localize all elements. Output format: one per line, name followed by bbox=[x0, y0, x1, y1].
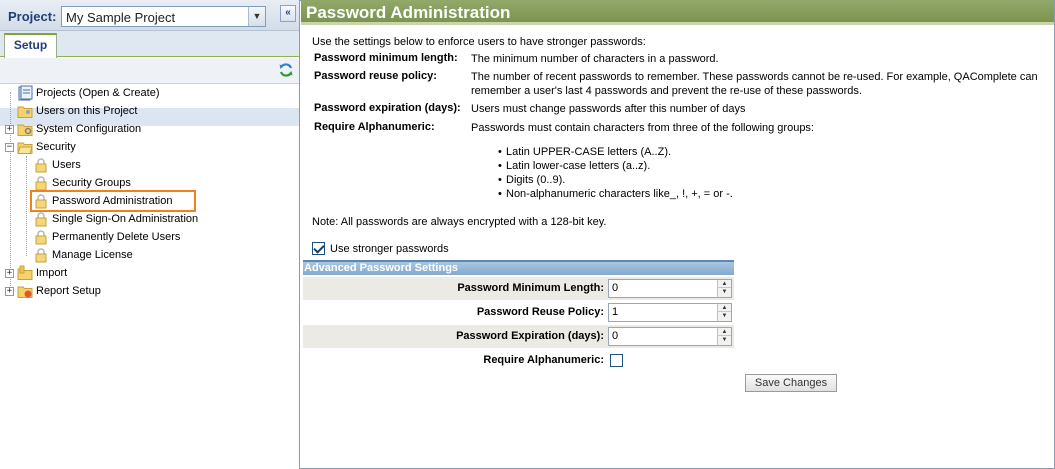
expiration-value: 0 bbox=[612, 330, 619, 342]
tree-item-manage-license[interactable]: Manage License bbox=[33, 246, 135, 264]
encryption-note: Note: All passwords are always encrypted… bbox=[312, 216, 607, 228]
tab-strip: Setup bbox=[0, 31, 299, 58]
intro-text: Use the settings below to enforce users … bbox=[312, 36, 646, 48]
report-folder-icon bbox=[17, 283, 33, 299]
expiration-label: Password Expiration (days): bbox=[456, 330, 604, 342]
tree-item-users-on-project[interactable]: Users on this Project bbox=[17, 102, 139, 120]
project-select-value: My Sample Project bbox=[66, 10, 176, 25]
list-item: Latin UPPER-CASE letters (A..Z). bbox=[498, 145, 733, 159]
expiration-stepper[interactable]: 0 ▲ ▼ bbox=[608, 327, 732, 346]
expand-system-configuration-icon[interactable]: + bbox=[5, 125, 14, 134]
tree-item-system-configuration[interactable]: System Configuration bbox=[17, 120, 143, 138]
expand-report-setup-icon[interactable]: + bbox=[5, 287, 14, 296]
list-item: Latin lower-case letters (a..z). bbox=[498, 159, 733, 173]
tab-setup[interactable]: Setup bbox=[4, 33, 57, 58]
users-folder-icon bbox=[17, 103, 33, 119]
tree-line bbox=[10, 92, 11, 292]
tree-item-projects[interactable]: Projects (Open & Create) bbox=[17, 84, 162, 102]
sidebar: Project: My Sample Project ▼ « Setup Pro… bbox=[0, 0, 300, 469]
expand-import-icon[interactable]: + bbox=[5, 269, 14, 278]
character-groups-list: Latin UPPER-CASE letters (A..Z). Latin l… bbox=[498, 145, 733, 201]
chevron-up-icon[interactable]: ▲ bbox=[718, 328, 731, 336]
folder-open-icon bbox=[17, 139, 33, 155]
page-title: Password Administration bbox=[306, 3, 511, 22]
use-stronger-passwords-row: Use stronger passwords bbox=[312, 242, 449, 256]
tree-item-users[interactable]: Users bbox=[33, 156, 83, 174]
use-stronger-passwords-checkbox[interactable] bbox=[312, 242, 325, 255]
title-bar: Password Administration bbox=[301, 0, 1054, 25]
tree-item-security[interactable]: Security bbox=[17, 138, 78, 156]
tree-item-single-sign-on[interactable]: Single Sign-On Administration bbox=[33, 210, 200, 228]
project-select[interactable]: My Sample Project ▼ bbox=[61, 6, 266, 27]
definition-text-reuse: The number of recent passwords to rememb… bbox=[471, 71, 1038, 97]
chevron-down-icon[interactable]: ▼ bbox=[718, 312, 731, 320]
chevron-down-icon[interactable]: ▼ bbox=[718, 288, 731, 296]
selection-highlight bbox=[30, 190, 196, 212]
chevron-down-icon[interactable]: ▼ bbox=[248, 7, 265, 26]
tree-item-report-setup[interactable]: Report Setup bbox=[17, 282, 103, 300]
use-stronger-passwords-label: Use stronger passwords bbox=[330, 242, 449, 255]
lock-icon bbox=[33, 211, 49, 227]
collapse-security-icon[interactable]: − bbox=[5, 143, 14, 152]
main-panel: Password Administration Use the settings… bbox=[301, 0, 1054, 469]
min-length-row: Password Minimum Length: 0 ▲ ▼ bbox=[303, 277, 734, 300]
tree-toolbar bbox=[0, 58, 299, 84]
gear-folder-icon bbox=[17, 121, 33, 137]
min-length-value: 0 bbox=[612, 282, 619, 294]
definition-text-expiration: Users must change passwords after this n… bbox=[471, 103, 746, 115]
list-item: Non-alphanumeric characters like_, !, +,… bbox=[498, 187, 733, 201]
list-item: Digits (0..9). bbox=[498, 173, 733, 187]
reuse-policy-label: Password Reuse Policy: bbox=[476, 306, 604, 318]
project-label: Project: bbox=[8, 9, 57, 24]
require-alphanumeric-label: Require Alphanumeric: bbox=[483, 354, 604, 366]
expiration-row: Password Expiration (days): 0 ▲ ▼ bbox=[303, 325, 734, 348]
lock-icon bbox=[33, 175, 49, 191]
chevron-up-icon[interactable]: ▲ bbox=[718, 280, 731, 288]
lock-icon bbox=[33, 247, 49, 263]
save-changes-button[interactable]: Save Changes bbox=[745, 374, 837, 392]
tree-item-permanently-delete-users[interactable]: Permanently Delete Users bbox=[33, 228, 182, 246]
chevron-up-icon[interactable]: ▲ bbox=[718, 304, 731, 312]
definition-label-min-length: Password minimum length: bbox=[314, 52, 458, 64]
lock-icon bbox=[33, 229, 49, 245]
reuse-policy-row: Password Reuse Policy: 1 ▲ ▼ bbox=[303, 301, 734, 324]
definition-text-min-length: The minimum number of characters in a pa… bbox=[471, 53, 719, 65]
lock-icon bbox=[33, 157, 49, 173]
definition-text-alphanumeric: Passwords must contain characters from t… bbox=[471, 122, 814, 134]
definition-label-expiration: Password expiration (days): bbox=[314, 102, 461, 114]
tree-line bbox=[26, 156, 27, 256]
tree-item-import[interactable]: Import bbox=[17, 264, 69, 282]
projects-icon bbox=[17, 85, 33, 101]
min-length-stepper[interactable]: 0 ▲ ▼ bbox=[608, 279, 732, 298]
project-bar: Project: My Sample Project ▼ « bbox=[0, 0, 299, 31]
min-length-label: Password Minimum Length: bbox=[457, 282, 604, 294]
require-alphanumeric-row: Require Alphanumeric: bbox=[303, 349, 734, 372]
require-alphanumeric-checkbox[interactable] bbox=[610, 354, 623, 367]
stepper-buttons[interactable]: ▲ ▼ bbox=[717, 304, 731, 321]
stepper-buttons[interactable]: ▲ ▼ bbox=[717, 328, 731, 345]
definition-label-reuse: Password reuse policy: bbox=[314, 70, 437, 82]
chevron-down-icon[interactable]: ▼ bbox=[718, 336, 731, 344]
collapse-sidebar-icon[interactable]: « bbox=[280, 5, 296, 22]
definition-label-alphanumeric: Require Alphanumeric: bbox=[314, 121, 435, 133]
stepper-buttons[interactable]: ▲ ▼ bbox=[717, 280, 731, 297]
import-folder-icon bbox=[17, 265, 33, 281]
reuse-policy-value: 1 bbox=[612, 306, 619, 318]
refresh-icon[interactable] bbox=[278, 62, 294, 78]
reuse-policy-stepper[interactable]: 1 ▲ ▼ bbox=[608, 303, 732, 322]
advanced-settings-header: Advanced Password Settings bbox=[303, 260, 734, 275]
